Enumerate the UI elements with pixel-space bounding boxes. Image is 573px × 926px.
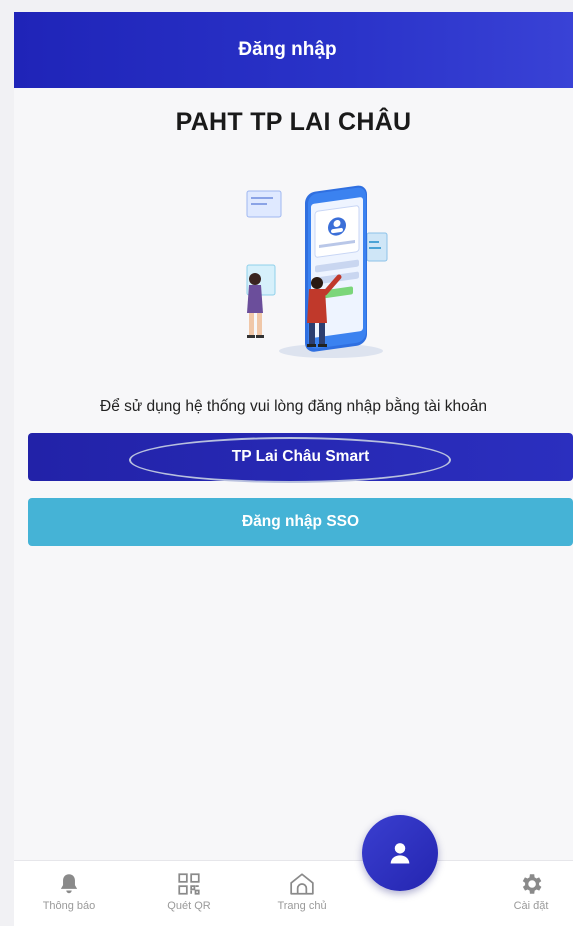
header-title: Đăng nhập	[238, 39, 337, 60]
nav-item-scan-qr[interactable]: Quét QR	[149, 871, 229, 912]
bottom-navigation: Thông báo Quét QR Trang chủ Cài đặt	[14, 860, 573, 926]
nav-item-notifications[interactable]: Thông báo	[29, 871, 109, 912]
login-instruction: Để sử dụng hệ thống vui lòng đăng nhập b…	[100, 398, 487, 415]
nav-item-settings[interactable]: Cài đặt	[496, 871, 566, 912]
bell-icon	[60, 874, 78, 894]
nav-item-home[interactable]: Trang chủ	[262, 871, 342, 912]
account-fab-button[interactable]	[362, 815, 438, 891]
nav-label-settings: Cài đặt	[513, 900, 549, 912]
gear-icon	[522, 874, 542, 894]
smart-login-button[interactable]: TP Lai Châu Smart	[28, 433, 573, 481]
login-screen: PAHT TP LAI CHÂU Để sử dụng hệ thống vui…	[14, 88, 573, 860]
sso-login-button[interactable]: Đăng nhập SSO	[28, 498, 573, 546]
user-icon	[390, 843, 410, 864]
nav-label-notifications: Thông báo	[42, 900, 96, 912]
qr-code-icon	[178, 873, 200, 895]
nav-label-home: Trang chủ	[277, 900, 327, 912]
home-icon	[290, 873, 314, 895]
app-header: Đăng nhập	[14, 12, 573, 88]
login-illustration	[246, 185, 388, 358]
nav-label-scan-qr: Quét QR	[167, 900, 211, 912]
app-title: PAHT TP LAI CHÂU	[175, 108, 412, 136]
